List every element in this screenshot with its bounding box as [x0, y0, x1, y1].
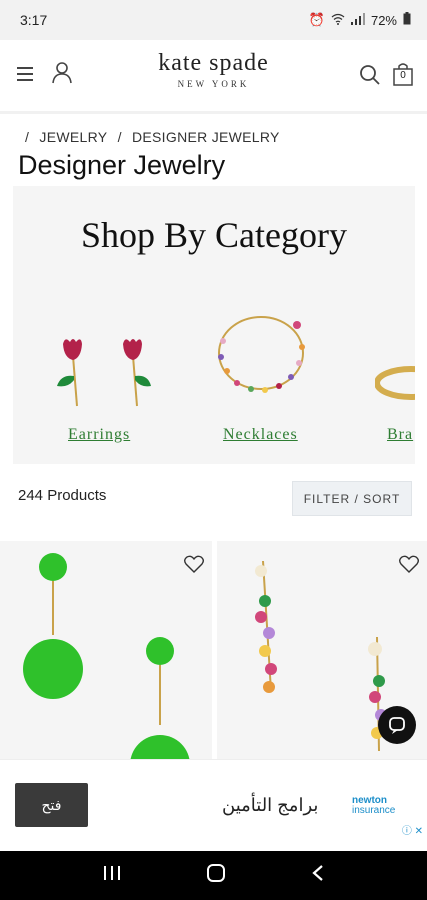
- ad-banner[interactable]: فتح برامج التأمين newton insurance ⓘ ✕: [0, 759, 427, 851]
- site-header: kate spade NEW YORK 0: [0, 40, 427, 114]
- chat-icon[interactable]: [378, 706, 416, 744]
- page-title: Designer Jewelry: [18, 150, 226, 180]
- android-nav-bar: [0, 851, 427, 900]
- status-time: 3:17: [20, 12, 48, 28]
- filter-sort-button[interactable]: FILTER / SORT: [292, 481, 412, 516]
- alarm-icon: ⏰: [308, 12, 325, 27]
- status-icons: ⏰ 72%: [309, 12, 411, 28]
- breadcrumb-separator: /: [117, 129, 122, 145]
- ad-brand-line2: insurance: [352, 805, 396, 816]
- wishlist-heart-icon[interactable]: [184, 555, 204, 578]
- search-icon[interactable]: [359, 64, 381, 91]
- ad-brand-logo: newton insurance: [352, 796, 395, 816]
- product-image[interactable]: [0, 541, 212, 759]
- bag-count: 0: [400, 70, 406, 81]
- category-necklaces-link[interactable]: Necklaces: [223, 426, 298, 444]
- signal-icon: [350, 12, 365, 28]
- category-bracelets-link[interactable]: Bra: [387, 426, 413, 444]
- category-heading: Shop By Category: [81, 215, 347, 255]
- shopping-bag-icon[interactable]: 0: [393, 62, 413, 86]
- product-card[interactable]: [0, 541, 212, 759]
- wishlist-heart-icon[interactable]: [399, 555, 419, 578]
- battery-percent: 72%: [370, 12, 397, 28]
- battery-icon: [403, 12, 411, 28]
- status-bar: 3:17 ⏰ 72%: [0, 0, 427, 40]
- wifi-icon: [331, 13, 345, 28]
- breadcrumb-designer-jewelry[interactable]: DESIGNER JEWELRY: [132, 129, 280, 145]
- necklace-image[interactable]: [209, 311, 319, 401]
- ad-text[interactable]: برامج التأمين: [222, 795, 318, 816]
- product-count: 244 Products: [18, 487, 107, 504]
- breadcrumb: / JEWELRY / DESIGNER JEWELRY: [25, 129, 286, 145]
- category-earrings-link[interactable]: Earrings: [68, 426, 130, 444]
- home-icon[interactable]: [206, 863, 226, 888]
- shop-by-category: Shop By Category Earrings Necklaces Bra: [13, 186, 415, 464]
- breadcrumb-separator: /: [25, 129, 30, 145]
- ad-open-button[interactable]: فتح: [15, 783, 88, 827]
- back-icon[interactable]: [311, 864, 325, 887]
- bracelet-image[interactable]: [375, 361, 415, 401]
- recent-apps-icon[interactable]: [103, 865, 121, 886]
- ad-info-icon[interactable]: ⓘ ✕: [402, 822, 423, 837]
- breadcrumb-jewelry[interactable]: JEWELRY: [39, 129, 107, 145]
- earrings-image[interactable]: [51, 336, 161, 411]
